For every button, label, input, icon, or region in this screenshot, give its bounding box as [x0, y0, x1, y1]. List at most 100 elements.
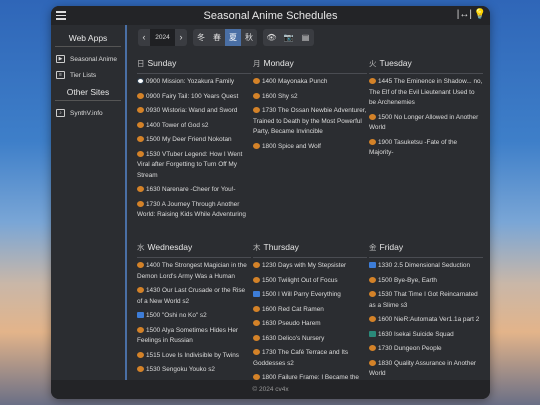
streaming-service-icon [137, 200, 144, 207]
sidebar-item-seasonal-anime[interactable]: ▶ Seasonal Anime [51, 51, 125, 67]
day-heading: 水 Wednesday [137, 237, 251, 258]
other-sites-heading: Other Sites [55, 85, 121, 101]
anime-entry-text: 1830 Quality Assurance in Another World [369, 359, 477, 378]
streaming-service-icon [253, 142, 260, 149]
layout-icon[interactable]: ▤ [297, 29, 314, 46]
anime-entry-text: 1500 Twilight Out of Focus [262, 276, 338, 284]
streaming-service-icon [137, 262, 144, 268]
top-bar: Seasonal Anime Schedules |↔| 💡 [51, 6, 490, 25]
anime-entry[interactable]: 1400 Tower of God s2 [137, 121, 251, 132]
season-autumn-button[interactable]: 秋 [241, 29, 257, 46]
anime-entry-text: 1400 Tower of God s2 [146, 121, 209, 129]
anime-entry[interactable]: 1730 The Ossan Newbie Adventurer, Traine… [253, 106, 367, 138]
anime-entry[interactable]: 1530 Sengoku Youko s2 [137, 365, 251, 376]
anime-entry[interactable]: 1400 The Strongest Magician in the Demon… [137, 261, 251, 282]
anime-entry-text: 1500 "Oshi no Ko" s2 [146, 312, 207, 319]
anime-entry-text: 1445 The Eminence in Shadow... no, The E… [369, 78, 483, 106]
anime-entry-text: 1500 I Will Parry Everything [262, 291, 341, 298]
anime-entry-text: 1430 Our Last Crusade or the Rise of a N… [137, 287, 246, 305]
year-display[interactable]: 2024 [150, 28, 175, 46]
streaming-service-icon [137, 121, 144, 128]
streaming-service-icon [253, 78, 260, 84]
anime-entry-text: 1730 A Journey Through Another World: Ra… [137, 200, 246, 219]
streaming-service-icon [369, 262, 376, 268]
music-icon: ♪ [56, 109, 65, 117]
camera-icon[interactable]: 📷 [280, 29, 297, 46]
day-column-thursday: 木 Thursday 1230 Days with My Stepsister 150… [253, 237, 367, 380]
lightbulb-icon[interactable]: 💡 [474, 9, 486, 20]
anime-entry[interactable]: 1500 Alya Sometimes Hides Her Feelings i… [137, 326, 251, 347]
day-name: Thursday [263, 242, 299, 252]
next-year-button[interactable]: › [175, 32, 187, 42]
anime-entry[interactable]: 1445 The Eminence in Shadow... no, The E… [369, 77, 483, 109]
anime-entry[interactable]: 1600 Red Cat Ramen [253, 305, 367, 316]
season-spring-button[interactable]: 春 [209, 29, 225, 46]
anime-entry-text: 1400 The Strongest Magician in the Demon… [137, 262, 247, 280]
sidebar-item-synthv[interactable]: ♪ SynthV.info [51, 105, 125, 121]
anime-entry[interactable]: 0930 Wistoria: Wand and Sword [137, 106, 251, 117]
anime-entry[interactable]: 0900 Mission: Yozakura Family [137, 77, 251, 88]
streaming-service-icon [369, 291, 376, 297]
streaming-service-icon [369, 276, 376, 283]
day-kanji: 火 [369, 59, 377, 68]
hide-icon[interactable]: 👁 [263, 29, 280, 46]
anime-entry-text: 1900 Tasuketsu -Fate of the Majority- [369, 138, 458, 157]
anime-entry[interactable]: 1430 Our Last Crusade or the Rise of a N… [137, 286, 251, 307]
day-kanji: 月 [253, 59, 261, 68]
streaming-service-icon [137, 150, 144, 157]
anime-entry[interactable]: 1400 Mayonaka Punch [253, 77, 367, 88]
anime-entry[interactable]: 1630 Delico's Nursery [253, 334, 367, 345]
day-column-tuesday: 火 Tuesday 1445 The Eminence in Shadow... n… [369, 53, 483, 231]
anime-entry[interactable]: 1330 2.5 Dimensional Seduction [369, 261, 483, 272]
anime-entry-text: 1400 Mayonaka Punch [262, 78, 328, 85]
anime-entry-text: 1600 Red Cat Ramen [262, 305, 324, 313]
expand-width-icon[interactable]: |↔| [457, 9, 472, 20]
streaming-service-icon [369, 113, 376, 120]
anime-entry[interactable]: 0900 Fairy Tail: 100 Years Quest [137, 92, 251, 103]
anime-entry[interactable]: 1515 Love Is Indivisible by Twins [137, 351, 251, 362]
anime-entry[interactable]: 1730 The Café Terrace and Its Goddesses … [253, 348, 367, 369]
hamburger-menu-icon[interactable] [56, 9, 66, 21]
anime-entry[interactable]: 1230 Days with My Stepsister [253, 261, 367, 272]
prev-year-button[interactable]: ‹ [138, 32, 150, 42]
play-icon: ▶ [56, 55, 65, 63]
anime-entry[interactable]: 1530 VTuber Legend: How I Went Viral aft… [137, 150, 251, 182]
anime-entry-text: 1500 My Deer Friend Nokotan [146, 136, 232, 143]
anime-entry[interactable]: 1630 Narenare -Cheer for You!- [137, 185, 251, 196]
streaming-service-icon [137, 92, 144, 99]
anime-entry[interactable]: 1800 Failure Frame: I Became the Stronge… [253, 373, 367, 380]
anime-entry[interactable]: 1500 No Longer Allowed in Another World [369, 113, 483, 134]
anime-entry[interactable]: 1500 Bye-Bye, Earth [369, 276, 483, 287]
day-kanji: 木 [253, 243, 261, 252]
anime-entry[interactable]: 1500 "Oshi no Ko" s2 [137, 311, 251, 322]
anime-entry[interactable]: 1900 Tasuketsu -Fate of the Majority- [369, 138, 483, 159]
day-name: Friday [379, 242, 404, 252]
anime-entry[interactable]: 1800 Spice and Wolf [253, 142, 367, 153]
streaming-service-icon [253, 305, 260, 312]
web-apps-heading: Web Apps [55, 31, 121, 47]
day-name: Tuesday [379, 58, 412, 68]
main-content: ‹ 2024 › 冬 春 夏 秋 👁 📷 ▤ 日 Sunday 0900 Missi… [131, 25, 490, 380]
streaming-service-icon [137, 287, 144, 293]
anime-entry-text: 1500 No Longer Allowed in Another World [369, 113, 479, 132]
anime-entry[interactable]: 1730 Dungeon People [369, 344, 483, 355]
sidebar-item-tier-lists[interactable]: ≡ Tier Lists [51, 67, 125, 83]
anime-entry[interactable]: 1630 Isekai Suicide Squad [369, 330, 483, 341]
anime-entry-text: 1730 The Ossan Newbie Adventurer, Traine… [253, 107, 367, 135]
anime-entry[interactable]: 1730 A Journey Through Another World: Ra… [137, 200, 251, 221]
season-summer-button[interactable]: 夏 [225, 28, 241, 46]
anime-entry[interactable]: 1830 Quality Assurance in Another World [369, 359, 483, 380]
anime-entry[interactable]: 1500 Twilight Out of Focus [253, 276, 367, 287]
season-winter-button[interactable]: 冬 [193, 29, 209, 46]
anime-entry[interactable]: 1500 I Will Parry Everything [253, 290, 367, 301]
streaming-service-icon [137, 186, 144, 192]
anime-entry-text: 1630 Narenare -Cheer for You!- [146, 186, 236, 193]
anime-entry[interactable]: 1530 That Time I Got Reincarnated as a S… [369, 290, 483, 311]
schedule-grid: 日 Sunday 0900 Mission: Yozakura Family 0900… [131, 53, 490, 380]
anime-entry[interactable]: 1600 Shy s2 [253, 92, 367, 103]
streaming-service-icon [253, 349, 260, 355]
anime-entry[interactable]: 1500 My Deer Friend Nokotan [137, 135, 251, 146]
anime-entry[interactable]: 1600 NieR:Automata Ver1.1a part 2 [369, 315, 483, 326]
anime-entry[interactable]: 1630 Pseudo Harem [253, 319, 367, 330]
toolbar: ‹ 2024 › 冬 春 夏 秋 👁 📷 ▤ [131, 25, 490, 49]
